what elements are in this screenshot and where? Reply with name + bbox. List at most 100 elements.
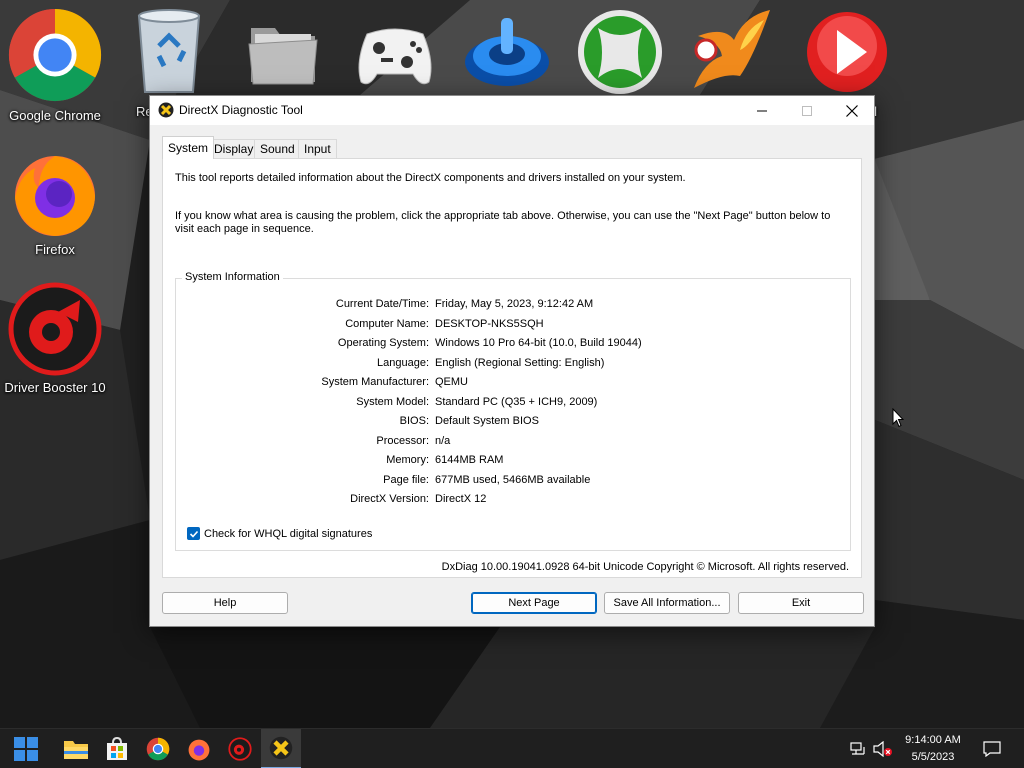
info-row-directx-version: DirectX Version: DirectX 12 [176,493,852,509]
info-value: Windows 10 Pro 64-bit (10.0, Build 19044… [435,337,642,349]
minimize-icon [757,110,767,111]
info-label: Processor: [376,434,429,447]
driver-booster-icon [228,737,252,761]
info-label: Language: [377,356,429,369]
close-button[interactable] [829,96,875,125]
chrome-icon [146,737,170,761]
intro-text: This tool reports detailed information a… [175,172,686,184]
directx-icon [269,736,293,760]
taskbar-driver-booster[interactable] [220,729,260,768]
info-value: Friday, May 5, 2023, 9:12:42 AM [435,298,594,310]
title-bar[interactable]: DirectX Diagnostic Tool [150,96,874,125]
taskbar-store[interactable] [97,729,137,768]
info-label: Current Date/Time: [335,298,429,310]
info-row-computer-name: Computer Name: DESKTOP-NKS5SQH [176,318,852,334]
desktop-icon-label: Driver Booster 10 [4,380,106,395]
desktop-icon-label: Google Chrome [9,108,101,123]
info-label: BIOS: [399,415,429,427]
mouse-cursor-icon [892,408,904,428]
system-clock[interactable]: 9:14:00 AM 5/5/2023 [900,732,966,766]
info-label: Memory: [386,454,429,466]
start-button[interactable] [6,729,46,768]
minimize-button[interactable] [739,96,785,125]
whql-checkbox[interactable] [187,527,200,540]
info-value: 677MB used, 5466MB available [435,473,591,486]
file-explorer-icon [64,741,88,759]
maximize-button[interactable] [784,96,830,125]
network-status[interactable] [848,729,870,768]
notifications-button[interactable] [978,729,1006,768]
exit-button[interactable]: Exit [738,592,864,614]
info-row-language: Language: English (Regional Setting: Eng… [176,357,852,373]
info-value: QEMU [435,376,468,388]
tab-sound[interactable]: Sound [254,139,301,158]
info-value: Default System BIOS [435,415,539,427]
info-value: DESKTOP-NKS5SQH [435,317,544,330]
whql-checkbox-row[interactable]: Check for WHQL digital signatures [187,527,372,540]
volume-muted-icon [873,741,892,757]
red-play-icon [807,12,887,92]
desktop-icon-firefox[interactable]: Firefox [0,146,110,257]
system-information-group: System Information Current Date/Time: Fr… [175,271,852,551]
info-row-memory: Memory: 6144MB RAM [176,454,852,470]
store-icon [107,737,127,760]
start-icon [14,737,38,761]
taskbar-file-explorer[interactable] [56,729,96,768]
taskbar: 9:14:00 AM 5/5/2023 [0,728,1024,768]
info-row-bios: BIOS: Default System BIOS [176,415,852,431]
desktop-icon-label: Firefox [35,242,75,257]
tab-display[interactable]: Display [208,139,260,158]
group-title: System Information [182,271,283,283]
info-label: DirectX Version: [350,493,429,505]
instructions-text: If you know what area is causing the pro… [175,210,831,235]
clock-date: 5/5/2023 [911,751,955,763]
xbox-icon [578,10,662,94]
info-label: Page file: [383,473,429,486]
network-icon [850,742,865,755]
help-button[interactable]: Help [162,592,288,614]
info-value: DirectX 12 [435,493,487,505]
desktop-icon-power-dial[interactable] [452,12,562,92]
tab-input[interactable]: Input [298,139,337,158]
next-page-button[interactable]: Next Page [471,592,597,614]
folder-icon [248,28,318,85]
info-row-date-time: Current Date/Time: Friday, May 5, 2023, … [176,298,852,314]
chrome-icon [8,8,102,102]
system-tab-panel: This tool reports detailed information a… [162,158,862,578]
whql-label[interactable]: Check for WHQL digital signatures [204,528,372,540]
desktop-icon-xbox-controller[interactable] [340,12,450,92]
driver-booster-icon [8,282,102,376]
directx-icon [158,102,174,118]
tab-system[interactable]: System [162,136,215,159]
xbox-controller-icon [358,28,432,85]
volume-status[interactable] [872,729,894,768]
info-label: Computer Name: [345,317,429,330]
power-dial-icon [465,18,549,86]
desktop-icon-chrome[interactable]: Google Chrome [0,6,110,123]
info-row-manufacturer: System Manufacturer: QEMU [176,376,852,392]
notification-icon [983,741,1001,757]
desktop-icon-phoenix[interactable] [678,6,788,98]
desktop-icon-driver-booster[interactable]: Driver Booster 10 [0,282,110,395]
save-all-information-button[interactable]: Save All Information... [604,592,730,614]
info-value: English (Regional Setting: English) [435,356,605,369]
firefox-icon [188,739,210,761]
info-value: 6144MB RAM [435,454,504,466]
dxdiag-window: DirectX Diagnostic Tool System Display S… [149,95,875,627]
info-label: System Model: [356,395,429,408]
desktop-icon-folder[interactable] [228,10,338,94]
taskbar-chrome[interactable] [138,729,178,768]
taskbar-firefox[interactable] [179,729,219,768]
info-row-system-model: System Model: Standard PC (Q35 + ICH9, 2… [176,396,852,412]
taskbar-directx[interactable] [261,729,301,768]
info-row-processor: Processor: n/a [176,435,852,451]
info-label: System Manufacturer: [321,376,429,388]
close-icon [846,104,858,117]
desktop-icon-xbox[interactable] [565,8,675,96]
phoenix-icon [694,10,770,88]
info-value: n/a [435,434,451,447]
checkmark-icon [189,530,198,538]
firefox-icon [15,156,95,236]
info-label: Operating System: [337,337,429,349]
info-row-page-file: Page file: 677MB used, 5466MB available [176,474,852,490]
